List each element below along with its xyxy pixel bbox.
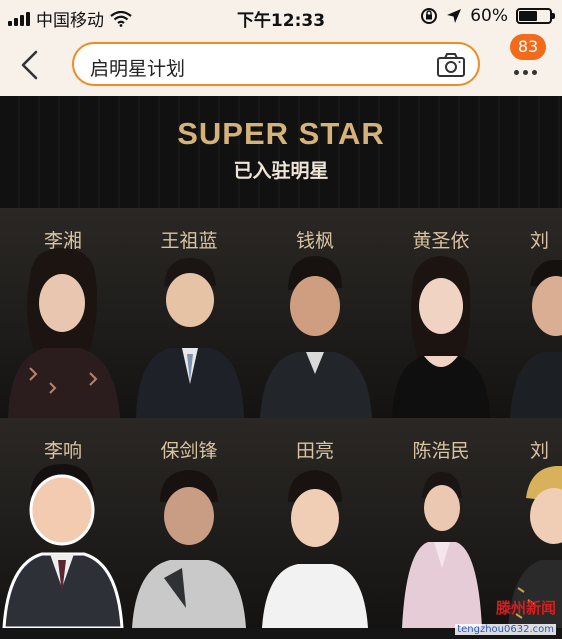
status-bar: 中国移动 下午12:33 60% [0,0,562,34]
watermark: 滕州新闻 tengzhou0632.com [438,597,556,635]
more-button[interactable]: 83 [508,34,556,94]
status-right: 60% [420,6,555,26]
search-input[interactable]: 启明星计划 [72,42,480,86]
search-query-text: 启明星计划 [90,58,186,80]
camera-search-button[interactable] [436,52,466,78]
watermark-brand: 滕州新闻 [495,599,556,617]
celebrity-card[interactable]: 保剑锋 [126,418,252,628]
nav-bar: 启明星计划 83 [0,34,562,96]
celebrity-name: 王祖蓝 [160,230,218,252]
location-arrow-icon [447,9,462,23]
celebrity-card[interactable]: 钱枫 [252,208,378,418]
more-dots-icon [514,70,537,75]
celebrity-name: 保剑锋 [160,440,218,462]
celebrity-card[interactable]: 刘 [504,208,562,418]
celebrity-name: 李湘 [43,230,82,252]
celebrity-name: 陈浩民 [412,440,470,462]
celebrity-name: 钱枫 [295,230,334,252]
celebrity-card[interactable]: 田亮 [252,418,378,628]
back-chevron-icon [21,50,38,80]
celebrity-card[interactable]: 黄圣依 [378,208,504,418]
banner-title: SUPER STAR [177,116,385,151]
orientation-lock-icon [421,8,438,24]
celebrity-card[interactable]: 李响 [0,418,126,628]
celebrity-card[interactable]: 王祖蓝 [126,208,252,418]
camera-icon [437,53,465,77]
banner-header: SUPER STAR 已入驻明星 [0,96,562,208]
celebrity-name: 李响 [43,440,82,462]
celebrity-name: 黄圣依 [412,230,470,252]
celebrity-name: 刘 [530,440,550,462]
celebrity-name: 田亮 [295,440,334,462]
watermark-url: tengzhou0632.com [455,624,556,635]
notification-badge: 83 [510,34,546,60]
celebrity-card[interactable]: 李湘 [0,208,126,418]
super-star-banner: SUPER STAR 已入驻明星 李湘 王祖蓝 钱枫 黄圣依 刘 李响 保剑锋 … [0,96,562,639]
battery-level [519,11,537,21]
battery-icon [516,8,555,24]
celebrity-name: 刘 [530,230,550,252]
battery-percentage: 60% [470,6,508,26]
banner-subtitle: 已入驻明星 [233,160,329,182]
back-button[interactable] [14,46,48,84]
